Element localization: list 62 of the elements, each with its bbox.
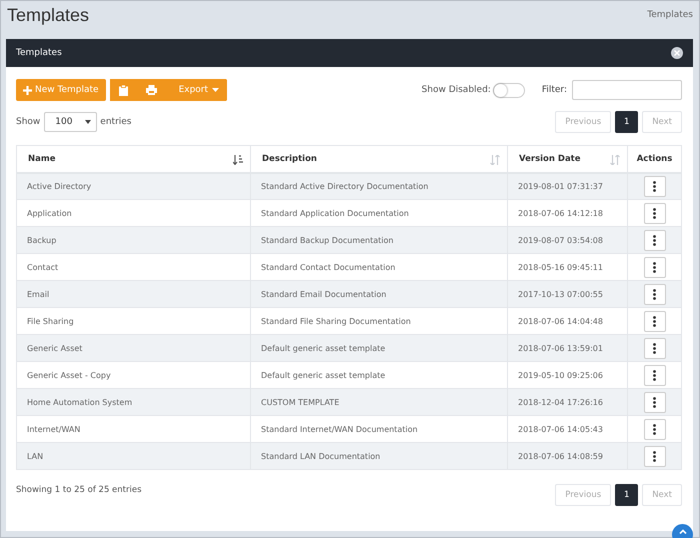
- table-cell: 2018-07-06 14:08:59: [508, 442, 628, 470]
- chevron-up-icon: [678, 529, 686, 534]
- entries-dropdown[interactable]: 100: [44, 112, 98, 132]
- table-cell: 2019-08-07 03:54:08: [508, 226, 628, 254]
- more-icon: [653, 396, 656, 408]
- table-cell: Backup: [16, 226, 250, 254]
- breadcrumb-link[interactable]: Templates: [647, 10, 693, 20]
- table-cell: Standard Active Directory Documentation: [250, 172, 508, 200]
- actions-button[interactable]: [644, 176, 666, 197]
- more-icon: [653, 288, 656, 300]
- table-cell: 2017-10-13 07:00:55: [508, 280, 628, 308]
- table-cell: Default generic asset template: [250, 334, 508, 362]
- actions-button[interactable]: [644, 338, 666, 358]
- caret-icon: [85, 120, 92, 124]
- actions-button[interactable]: [644, 364, 666, 386]
- plus-icon: [23, 86, 32, 94]
- more-icon: [653, 262, 656, 272]
- table-cell: 2018-07-06 13:59:01: [508, 334, 628, 362]
- table-cell: Standard LAN Documentation: [250, 442, 508, 470]
- more-icon: [653, 342, 656, 354]
- show-disabled-label: Show Disabled:: [422, 85, 491, 95]
- page-button[interactable]: 1: [615, 111, 638, 133]
- table-cell: CUSTOM TEMPLATE: [250, 388, 508, 416]
- more-icon: [653, 234, 656, 246]
- close-button[interactable]: [671, 47, 683, 59]
- actions-button[interactable]: [644, 256, 666, 278]
- filter-label: Filter:: [542, 85, 567, 95]
- actions-button[interactable]: [644, 446, 666, 466]
- filter-field[interactable]: [572, 80, 682, 100]
- clipboard-icon: [118, 84, 128, 96]
- more-icon: [653, 316, 656, 326]
- more-icon: [653, 450, 656, 462]
- table-cell: LAN: [16, 442, 250, 470]
- actions-button[interactable]: [644, 310, 666, 332]
- table-cell: Standard Backup Documentation: [250, 226, 508, 254]
- page-title: Templates: [7, 5, 90, 26]
- actions-button[interactable]: [644, 284, 666, 304]
- entries-info: Showing 1 to 25 of 25 entries: [16, 485, 142, 495]
- panel-title: Templates: [16, 48, 62, 58]
- more-icon: [653, 208, 656, 218]
- more-icon: [653, 180, 656, 192]
- actions-button[interactable]: [644, 418, 666, 440]
- entries-label: entries: [100, 117, 132, 127]
- table-cell: Generic Asset: [16, 334, 250, 362]
- actions-button[interactable]: [644, 202, 666, 224]
- table-cell: Home Automation System: [16, 388, 250, 416]
- actions-button[interactable]: [644, 230, 666, 250]
- toggle-switch[interactable]: [492, 82, 525, 98]
- page-button[interactable]: 1: [615, 484, 638, 506]
- table-cell: Standard Email Documentation: [250, 280, 508, 308]
- caret-icon: [212, 88, 220, 92]
- more-icon: [653, 424, 656, 434]
- table-cell: 2019-08-01 07:31:37: [508, 172, 628, 200]
- more-icon: [653, 370, 656, 380]
- actions-button[interactable]: [644, 392, 666, 412]
- table-cell: Active Directory: [16, 172, 250, 200]
- close-icon: [671, 47, 683, 59]
- new-template-button[interactable]: New Template: [16, 79, 106, 101]
- table-cell: 2018-12-04 17:26:16: [508, 388, 628, 416]
- show-label: Show: [16, 117, 40, 127]
- table-cell: Email: [16, 280, 250, 308]
- print-icon: [146, 85, 157, 95]
